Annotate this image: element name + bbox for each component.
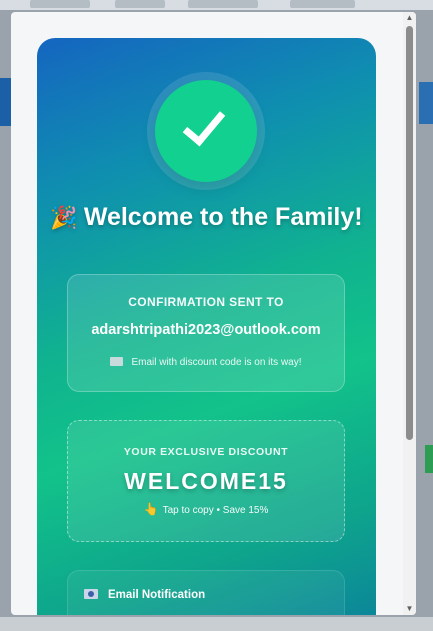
scrollbar-thumb[interactable] [406, 26, 413, 440]
confirmation-note-text: Email with discount code is on its way! [131, 357, 302, 368]
confirmation-email: adarshtripathi2023@outlook.com [91, 322, 321, 338]
email-notification-box: Email Notification [67, 570, 345, 615]
modal-scroll-area[interactable]: 🎉 Welcome to the Family! CONFIRMATION SEN… [11, 12, 403, 615]
backdrop-nav-block [419, 82, 433, 124]
discount-code-box[interactable]: YOUR EXCLUSIVE DISCOUNT WELCOME15 👆 Tap t… [67, 420, 345, 542]
vertical-scrollbar[interactable]: ▲ ▼ [403, 12, 416, 615]
envelope-icon [110, 357, 124, 366]
confirmation-note: Email with discount code is on its way! [68, 357, 344, 368]
email-notification-row: Email Notification [84, 589, 205, 601]
discount-code[interactable]: WELCOME15 [68, 468, 344, 495]
success-check-icon [155, 80, 257, 182]
scroll-up-arrow-icon[interactable]: ▲ [403, 12, 416, 24]
confirmation-box: CONFIRMATION SENT TO adarshtripathi2023@… [67, 274, 345, 392]
backdrop-menu-item [30, 0, 90, 8]
backdrop-menu-item [290, 0, 355, 8]
copy-hint: 👆 Tap to copy • Save 15% [68, 502, 344, 516]
checkmark-glyph [182, 101, 226, 147]
id-card-icon [84, 589, 98, 599]
welcome-title-text: Welcome to the Family! [83, 203, 363, 231]
party-popper-icon: 🎉 [50, 205, 78, 230]
backdrop-menu-item [115, 0, 165, 8]
welcome-heading: 🎉 Welcome to the Family! [37, 204, 376, 231]
pointing-hand-icon: 👆 [143, 502, 159, 516]
backdrop-green-button [425, 445, 433, 473]
email-notification-label: Email Notification [108, 589, 206, 601]
backdrop-footer [0, 617, 433, 631]
backdrop-menu-item [188, 0, 258, 8]
scroll-down-arrow-icon[interactable]: ▼ [403, 603, 416, 615]
confirmation-label: CONFIRMATION SENT TO [128, 295, 284, 309]
copy-hint-text: Tap to copy • Save 15% [162, 505, 269, 516]
success-modal: 🎉 Welcome to the Family! CONFIRMATION SEN… [11, 12, 416, 615]
success-card: 🎉 Welcome to the Family! CONFIRMATION SEN… [37, 38, 376, 615]
discount-label: YOUR EXCLUSIVE DISCOUNT [123, 446, 289, 458]
